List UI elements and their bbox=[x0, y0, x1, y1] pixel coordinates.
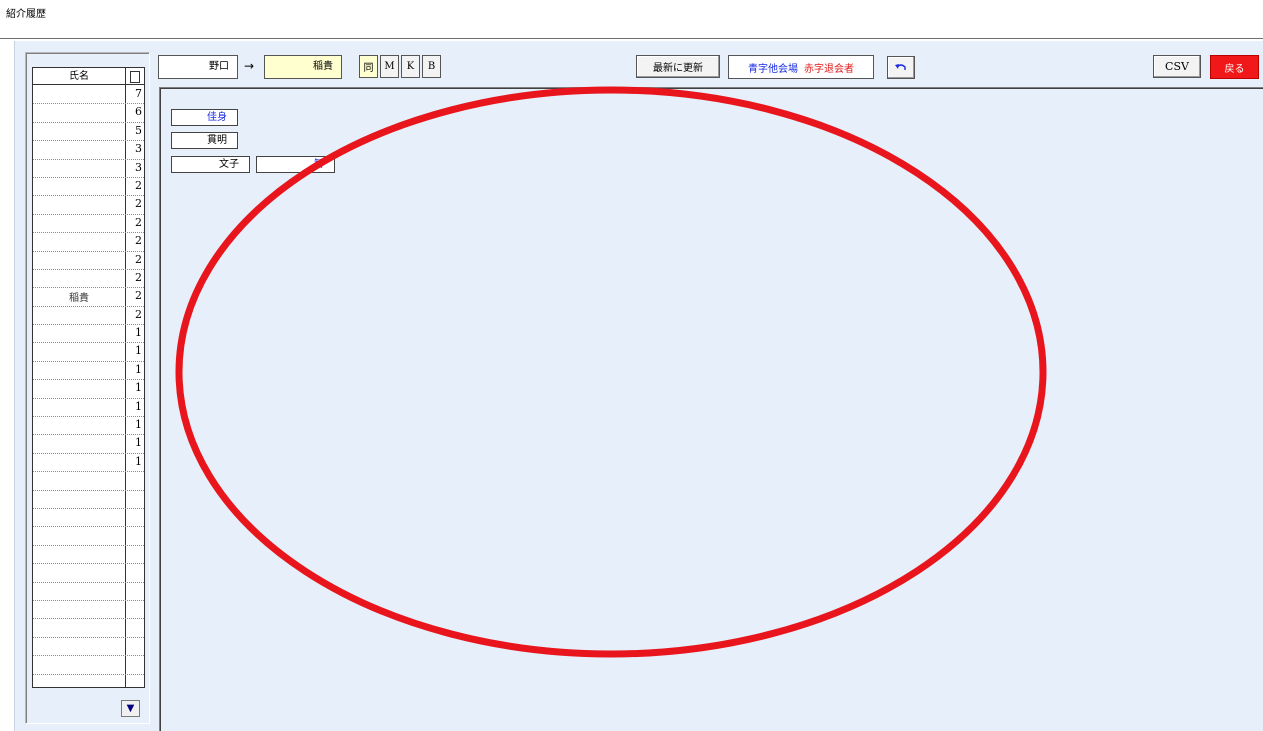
list-item-count: 1 bbox=[135, 362, 142, 376]
list-item[interactable] bbox=[33, 583, 144, 601]
legend-blue: 青字他会場 bbox=[748, 63, 798, 75]
list-item[interactable]: 1 bbox=[33, 380, 144, 399]
list-item-count: 1 bbox=[135, 418, 142, 432]
filter-k-button[interactable]: K bbox=[401, 55, 420, 78]
list-item[interactable] bbox=[33, 619, 144, 638]
filter-m-button[interactable]: M bbox=[380, 55, 399, 78]
list-item-count: 2 bbox=[135, 234, 142, 248]
referrer-list[interactable]: 氏名 7 6 5 3 3 2 2 2 2 2 2 稲貴 2 2 1 1 1 1 1 1 1 1 bbox=[32, 67, 145, 688]
list-item[interactable] bbox=[33, 638, 144, 657]
list-item-count: 1 bbox=[135, 381, 142, 395]
list-item[interactable]: 2 bbox=[33, 233, 144, 252]
list-item-count: 1 bbox=[135, 399, 142, 413]
list-header: 氏名 bbox=[33, 68, 144, 85]
tree-node[interactable]: 佳身 bbox=[171, 109, 238, 126]
count-header-icon bbox=[130, 70, 140, 83]
list-item-count: 1 bbox=[135, 344, 142, 358]
list-item[interactable]: 1 bbox=[33, 399, 144, 418]
undo-icon bbox=[895, 63, 906, 70]
csv-button[interactable]: CSV bbox=[1153, 55, 1201, 78]
list-item[interactable] bbox=[33, 546, 144, 565]
list-item-count: 6 bbox=[135, 105, 142, 119]
tree-node[interactable]: 文子 bbox=[171, 156, 250, 173]
list-item[interactable] bbox=[33, 656, 144, 675]
list-item-count: 1 bbox=[135, 326, 142, 340]
column-header-name[interactable]: 氏名 bbox=[33, 68, 125, 85]
list-item[interactable] bbox=[33, 527, 144, 546]
chevron-down-icon: ▼ bbox=[126, 703, 135, 714]
list-item[interactable]: 6 bbox=[33, 104, 144, 123]
list-item[interactable]: 2 bbox=[33, 178, 144, 197]
list-item-count: 2 bbox=[135, 178, 142, 192]
list-item[interactable]: 1 bbox=[33, 417, 144, 436]
list-item[interactable]: 3 bbox=[33, 141, 144, 160]
legend-red: 赤字退会者 bbox=[804, 63, 854, 75]
color-legend: 青字他会場 赤字退会者 bbox=[728, 55, 874, 79]
list-item[interactable]: 5 bbox=[33, 123, 144, 142]
list-rows: 7 6 5 3 3 2 2 2 2 2 2 稲貴 2 2 1 1 1 1 1 1 1 1 bbox=[33, 86, 144, 688]
list-item[interactable] bbox=[33, 675, 144, 688]
to-field[interactable]: 稲貴 bbox=[264, 55, 342, 79]
list-item[interactable]: 2 bbox=[33, 270, 144, 289]
scroll-down-button[interactable]: ▼ bbox=[121, 700, 140, 717]
list-item-count: 1 bbox=[135, 454, 142, 468]
list-item[interactable]: 2 bbox=[33, 252, 144, 270]
list-item[interactable] bbox=[33, 491, 144, 509]
list-item[interactable]: 1 bbox=[33, 435, 144, 454]
undo-button[interactable] bbox=[887, 56, 915, 79]
list-item[interactable]: 2 bbox=[33, 215, 144, 234]
list-item[interactable]: 1 bbox=[33, 343, 144, 362]
list-item-count: 2 bbox=[135, 197, 142, 211]
list-item[interactable]: 3 bbox=[33, 160, 144, 178]
refresh-button[interactable]: 最新に更新 bbox=[636, 55, 720, 78]
list-item-count: 2 bbox=[135, 307, 142, 321]
list-item[interactable]: 1 bbox=[33, 362, 144, 381]
list-item[interactable]: 2 bbox=[33, 196, 144, 215]
list-item[interactable] bbox=[33, 601, 144, 620]
list-item[interactable]: 2 bbox=[33, 307, 144, 326]
list-item-count: 2 bbox=[135, 289, 142, 303]
arrow-icon: → bbox=[244, 59, 255, 73]
list-item-count: 5 bbox=[135, 123, 142, 137]
list-item[interactable] bbox=[33, 509, 144, 528]
list-item[interactable] bbox=[33, 472, 144, 491]
list-item-count: 2 bbox=[135, 252, 142, 266]
column-header-count[interactable] bbox=[125, 68, 144, 85]
from-field[interactable]: 野口 bbox=[158, 55, 238, 79]
referral-canvas bbox=[159, 87, 1263, 731]
list-item-count: 3 bbox=[135, 160, 142, 174]
back-button[interactable]: 戻る bbox=[1210, 55, 1259, 79]
title-divider bbox=[0, 38, 1263, 39]
tree-node[interactable]: 智 bbox=[256, 156, 335, 173]
list-item-count: 1 bbox=[135, 436, 142, 450]
filter-b-button[interactable]: B bbox=[422, 55, 441, 78]
list-item[interactable]: 7 bbox=[33, 86, 144, 105]
list-item[interactable]: 稲貴 2 bbox=[33, 288, 144, 307]
list-item-count: 3 bbox=[135, 142, 142, 156]
list-item-count: 2 bbox=[135, 215, 142, 229]
tree-node[interactable]: 貫明 bbox=[171, 132, 238, 149]
list-item-count: 2 bbox=[135, 270, 142, 284]
list-item[interactable]: 1 bbox=[33, 325, 144, 344]
filter-same-button[interactable]: 同 bbox=[359, 55, 378, 78]
list-item[interactable] bbox=[33, 564, 144, 583]
title-bar: 紹介履歴 bbox=[0, 0, 1263, 40]
list-item-name: 稲貴 bbox=[69, 293, 89, 305]
list-item[interactable]: 1 bbox=[33, 454, 144, 473]
list-item-count: 7 bbox=[135, 87, 142, 100]
window-title: 紹介履歴 bbox=[6, 9, 46, 20]
